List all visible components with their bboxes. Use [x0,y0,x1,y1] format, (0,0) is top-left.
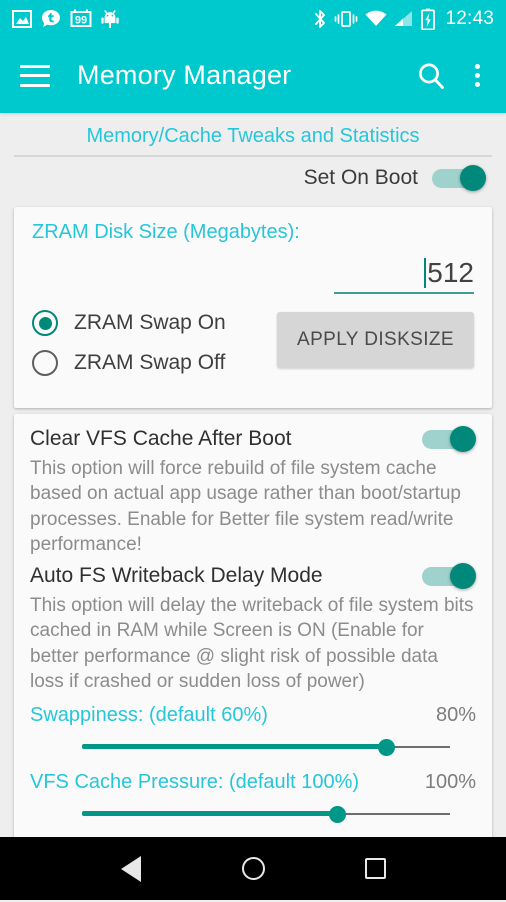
toggle-knob [450,426,476,452]
hamburger-menu-icon[interactable] [20,64,50,87]
phone-screen: 99 12:43 Memory Manager Memory/Cache Twe… [0,0,506,900]
slider-header: Swappiness: (default 60%) 80% [30,704,476,727]
zram-card: ZRAM Disk Size (Megabytes): 512 ZRAM Swa… [14,207,492,408]
slider-value-swappiness: 80% [435,704,476,727]
toggle-knob [450,563,476,590]
app-bar: Memory Manager [0,38,506,113]
battery-charging-icon [421,8,436,30]
99-badge-icon: 99 [70,9,92,27]
option-clear-vfs-cache: Clear VFS Cache After Boot This option w… [30,426,476,557]
app-bar-actions [415,60,486,92]
zram-disk-size-input-row: 512 [32,258,474,294]
bluetooth-icon [315,10,326,28]
radio-unselected-icon [32,350,58,376]
android-bug-icon [101,10,119,28]
image-icon [12,10,32,28]
option-title-auto-fs-writeback: Auto FS Writeback Delay Mode [30,564,323,588]
apply-disksize-button[interactable]: APPLY DISKSIZE [277,312,474,368]
radio-dot [38,316,52,330]
scroll-content: Memory/Cache Tweaks and Statistics Set O… [0,113,506,902]
zram-disk-size-field[interactable]: 512 [334,258,474,294]
slider-rail [82,806,462,824]
slider-track-area-swappiness[interactable] [30,727,476,761]
option-header[interactable]: Auto FS Writeback Delay Mode [30,563,476,590]
search-icon[interactable] [415,60,447,92]
slider-swappiness: Swappiness: (default 60%) 80% [30,704,476,761]
option-title-clear-vfs-cache: Clear VFS Cache After Boot [30,427,292,450]
option-header[interactable]: Clear VFS Cache After Boot [30,426,476,452]
navigation-bar [0,837,506,900]
slider-thumb-swappiness[interactable] [378,739,395,757]
slider-header: VFS Cache Pressure: (default 100%) 100% [30,771,476,794]
recents-button[interactable] [347,847,403,891]
radio-label-swap-off: ZRAM Swap Off [74,351,226,374]
tumblr-chat-icon [42,10,60,27]
home-circle-icon [241,857,265,880]
zram-swap-radio-group: ZRAM Swap On ZRAM Swap Off [32,310,277,390]
slider-label-swappiness: Swappiness: (default 60%) [30,704,268,727]
overflow-menu-icon[interactable] [469,60,486,91]
zram-controls: ZRAM Swap On ZRAM Swap Off APPLY DISKSIZ… [32,310,474,390]
set-on-boot-label: Set On Boot [303,166,418,189]
radio-selected-icon [32,310,58,336]
status-bar-notification-icons: 99 [12,9,119,29]
toggle-knob [460,165,486,191]
vibrate-icon [335,11,358,27]
option-description-clear-vfs-cache: This option will force rebuild of file s… [30,458,461,555]
radio-zram-swap-off[interactable]: ZRAM Swap Off [32,350,277,376]
radio-label-swap-on: ZRAM Swap On [74,311,226,334]
zram-disk-size-label: ZRAM Disk Size (Megabytes): [32,221,300,243]
slider-vfs-cache-pressure: VFS Cache Pressure: (default 100%) 100% [30,771,476,828]
signal-icon [395,11,413,26]
slider-rail [82,739,462,757]
zram-disk-size-display[interactable]: 512 [334,258,474,294]
status-bar-system-icons: 12:43 [313,8,494,30]
slider-rail-fill [82,744,386,750]
slider-thumb-vfs-cache-pressure[interactable] [328,806,346,824]
recents-square-icon [364,858,386,879]
home-button[interactable] [225,847,281,891]
page-title: Memory Manager [77,60,292,90]
slider-rail-fill [82,811,337,817]
set-on-boot-toggle[interactable] [432,165,486,191]
zram-disk-size-value: 512 [427,257,474,288]
text-caret [424,258,427,288]
status-bar-clock: 12:43 [445,8,494,29]
back-button[interactable] [103,847,159,891]
toggle-clear-vfs-cache[interactable] [422,426,476,452]
option-description-auto-fs-writeback: This option will delay the writeback of … [30,595,474,692]
slider-label-vfs-cache-pressure: VFS Cache Pressure: (default 100%) [30,771,360,794]
wifi-icon [366,10,387,26]
back-triangle-icon [121,855,141,882]
toggle-auto-fs-writeback[interactable] [422,563,476,590]
section-title: Memory/Cache Tweaks and Statistics [0,113,506,155]
status-bar: 99 12:43 [0,0,506,38]
set-on-boot-row[interactable]: Set On Boot [0,157,506,201]
radio-zram-swap-on[interactable]: ZRAM Swap On [32,310,277,336]
slider-value-vfs-cache-pressure: 100% [424,771,476,794]
slider-track-area-vfs-cache-pressure[interactable] [30,794,476,828]
option-auto-fs-writeback: Auto FS Writeback Delay Mode This option… [30,563,476,694]
options-card: Clear VFS Cache After Boot This option w… [14,414,492,843]
svg-text:99: 99 [75,15,87,27]
